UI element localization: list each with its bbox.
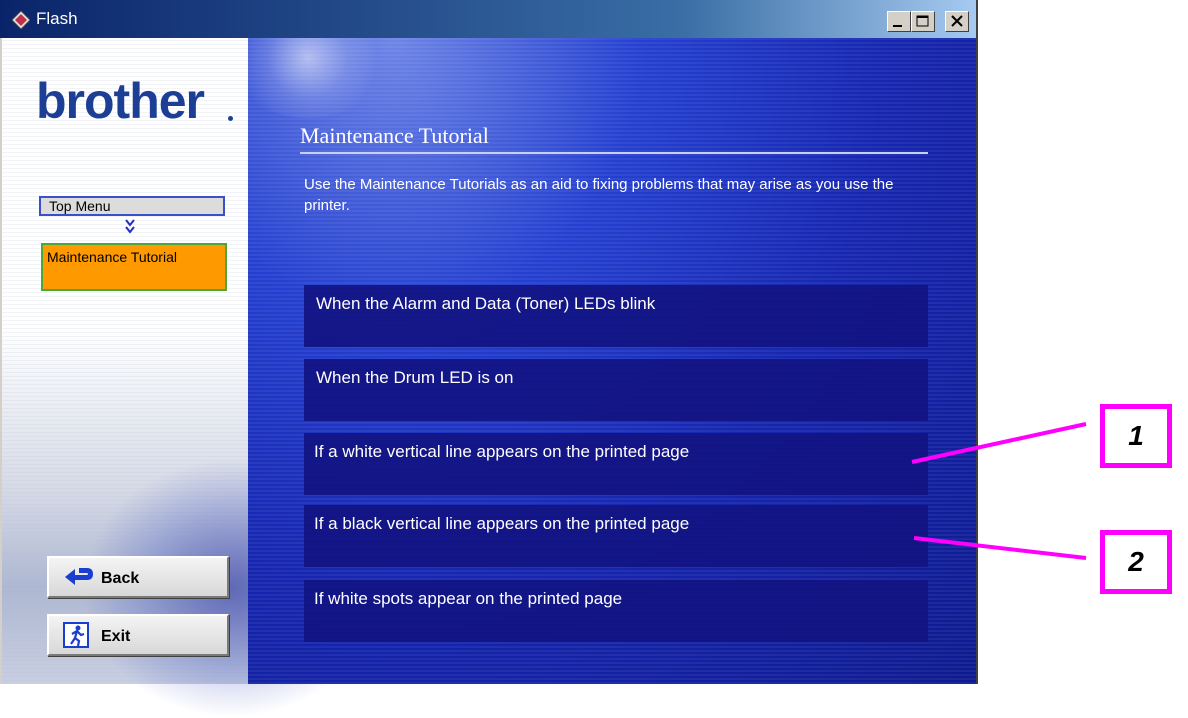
tutorial-item-white-spots[interactable]: If white spots appear on the printed pag… <box>304 580 928 642</box>
title-bar[interactable]: Flash <box>0 0 976 38</box>
tutorial-item-black-vertical-line[interactable]: If a black vertical line appears on the … <box>304 505 928 567</box>
brother-logo: brother <box>36 73 205 129</box>
window-title: Flash <box>36 9 78 28</box>
sidebar: brother Top Menu Maintenance Tutorial Ba… <box>2 38 382 718</box>
exit-button[interactable]: Exit <box>47 614 229 656</box>
minimize-icon <box>893 25 902 27</box>
exit-label: Exit <box>101 628 131 645</box>
close-icon <box>951 15 963 27</box>
maximize-icon <box>916 15 929 27</box>
page-title: Maintenance Tutorial <box>300 123 489 148</box>
back-button[interactable]: Back <box>47 556 229 598</box>
maximize-button[interactable] <box>911 11 935 32</box>
exit-icon <box>63 622 89 648</box>
title-divider <box>300 152 928 154</box>
breadcrumb-current: Maintenance Tutorial <box>41 243 227 291</box>
tutorial-item-alarm-data-leds[interactable]: When the Alarm and Data (Toner) LEDs bli… <box>304 285 928 347</box>
tutorial-item-drum-led[interactable]: When the Drum LED is on <box>304 359 928 421</box>
flash-window: Flash brother Top Menu Maintenance Tutor… <box>0 0 978 718</box>
panel-shine-decoration <box>248 38 388 118</box>
tutorial-item-white-vertical-line[interactable]: If a white vertical line appears on the … <box>304 433 928 495</box>
content-panel: Maintenance Tutorial Use the Maintenance… <box>248 38 976 684</box>
minimize-button[interactable] <box>887 11 911 32</box>
breadcrumb-top-menu[interactable]: Top Menu <box>39 196 225 216</box>
page-description: Use the Maintenance Tutorials as an aid … <box>304 176 894 214</box>
flash-app-icon <box>12 11 30 29</box>
callout-2: 2 <box>1100 530 1172 594</box>
double-chevron-down-icon <box>125 219 135 234</box>
back-arrow-icon <box>65 568 93 585</box>
close-button[interactable] <box>945 11 969 32</box>
back-label: Back <box>101 570 140 587</box>
logo-registered-mark <box>228 116 233 121</box>
callout-1: 1 <box>1100 404 1172 468</box>
